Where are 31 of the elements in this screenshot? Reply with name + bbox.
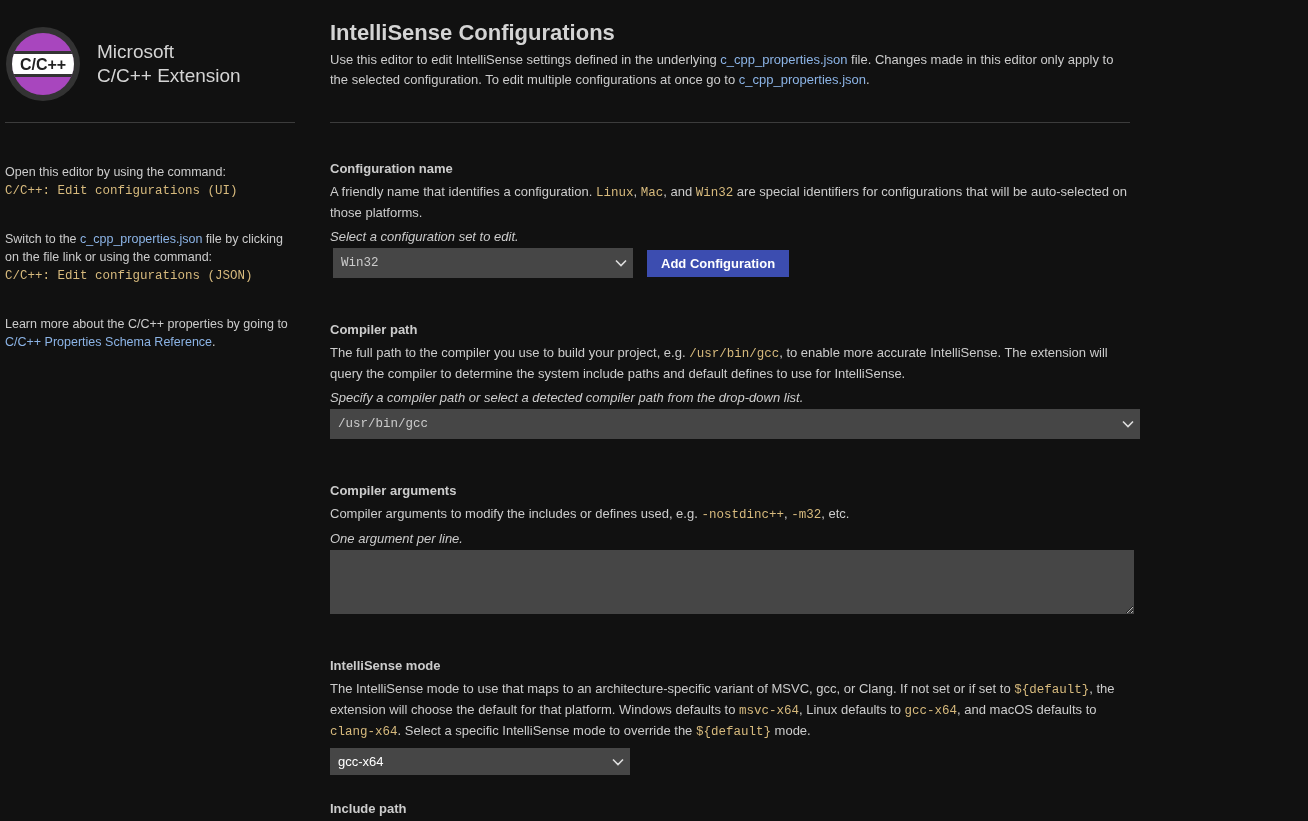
file-link[interactable]: c_cpp_properties.json <box>80 232 203 246</box>
section-description: The IntelliSense mode to use that maps to an architecture-specific variant of MSVC, gcc, or Clang. If not set or if set to ${default}, the extension will choose the default for that platform. Windows defaults to msvc-x64, Linux defaults to gcc-x64, and macOS defaults to clang-x64. Select a specific IntelliSense mode to override the ${default} mode. <box>330 680 1116 741</box>
help-note: Switch to the c_cpp_properties.json file by clicking on the file link or using the command: C/C++: Edit configurations (JSON) <box>5 231 284 285</box>
field-hint: One argument per line. <box>330 531 464 546</box>
section-heading: Compiler arguments <box>330 483 458 498</box>
configuration-dropdown[interactable]: Win32 <box>333 248 633 278</box>
section-description: The full path to the compiler you use to build your project, e.g. /usr/bin/gcc, to enable more accurate IntelliSense. The extension will query the compiler to determine the system include paths and default defines to use for IntelliSense. <box>330 344 1109 383</box>
file-link[interactable]: c_cpp_properties.json <box>720 52 848 67</box>
compiler-path-dropdown[interactable]: /usr/bin/gcc <box>330 409 1140 439</box>
section-heading: Configuration name <box>330 161 454 176</box>
intellisense-mode-dropdown[interactable]: gcc-x64 <box>330 748 630 775</box>
field-hint: Select a configuration set to edit. <box>330 229 520 244</box>
arguments-input-field[interactable] <box>330 550 1134 614</box>
help-note: Open this editor by using the command: C/C++: Edit configurations (UI) <box>5 164 239 200</box>
help-note: Learn more about the C/C++ properties by going to C/C++ Properties Schema Reference. <box>5 316 289 351</box>
file-link[interactable]: c_cpp_properties.json <box>738 72 866 87</box>
section-heading: Compiler path <box>330 322 419 337</box>
section-description: A friendly name that identifies a configuration. Linux, Mac, and Win32 are special identifiers for configurations that will be auto-selected on those platforms. <box>330 183 1129 222</box>
section-heading: Include path <box>330 801 408 816</box>
add-configuration-button[interactable]: Add Configuration <box>647 249 790 277</box>
chevron-down-icon <box>1122 420 1134 428</box>
page-title: IntelliSense Configurations <box>330 20 616 46</box>
extension-title: Microsoft C/C++ Extension <box>97 40 241 88</box>
file-link[interactable]: C/C++ Properties Schema Reference <box>5 335 213 349</box>
section-heading: IntelliSense mode <box>330 658 442 673</box>
section-description: Compiler arguments to modify the includes or defines used, e.g. -nostdinc++, -m32, etc. <box>330 505 851 524</box>
chevron-down-icon <box>615 259 627 267</box>
extension-logo-icon: C/C++ <box>5 26 81 102</box>
chevron-down-icon <box>612 757 624 766</box>
page-description: Use this editor to edit IntelliSense settings defined in the underlying c_cpp_properties.json file. Changes made in this editor only apply to the selected configuration. To edit multiple configurations at once go to c_cpp_properties.json. <box>330 51 1115 89</box>
field-hint: Specify a compiler path or select a detected compiler path from the drop-down list. <box>330 390 805 405</box>
